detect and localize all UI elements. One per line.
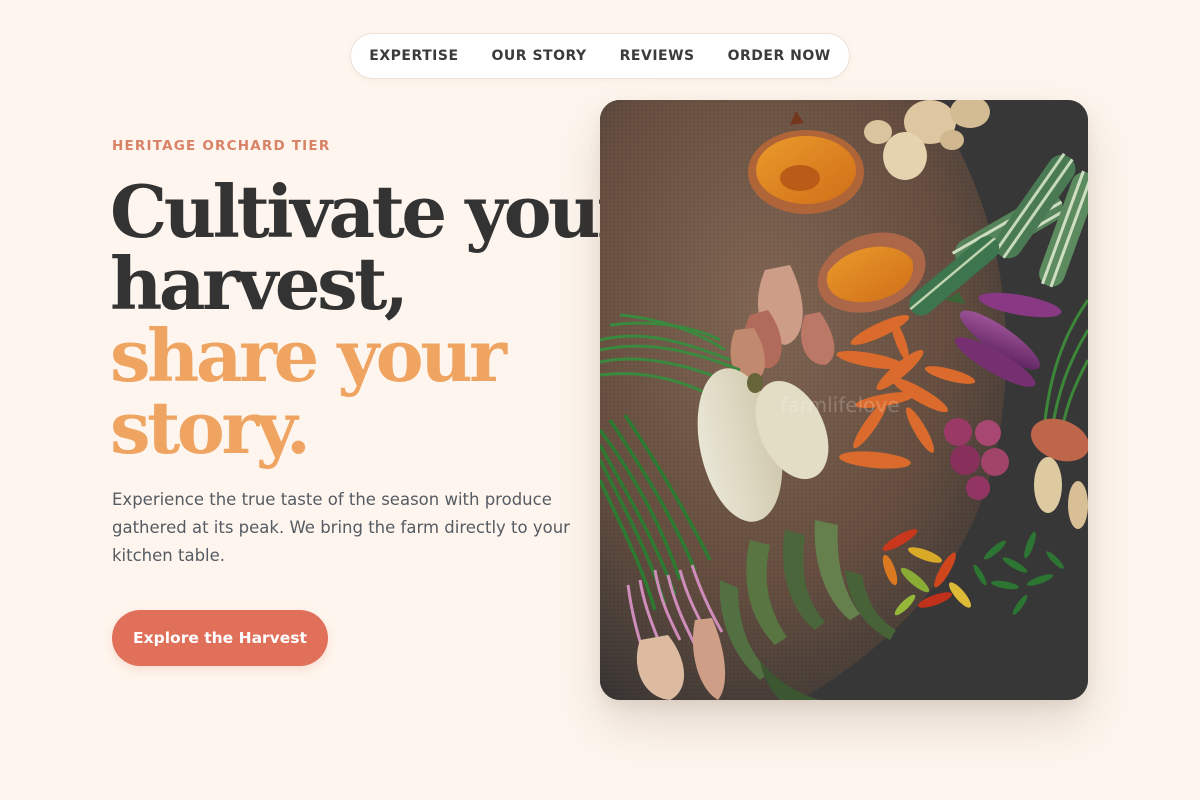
nav-link-our-story[interactable]: OUR STORY [492, 48, 587, 64]
nav-link-order-now[interactable]: ORDER NOW [728, 48, 831, 64]
top-nav: EXPERTISE OUR STORY REVIEWS ORDER NOW [350, 33, 850, 79]
explore-harvest-button[interactable]: Explore the Harvest [112, 610, 328, 666]
headline-line-1: Cultivate your [110, 169, 635, 254]
produce-illustration: farmlifelove [600, 100, 1088, 700]
headline-line-3: share your [110, 313, 507, 398]
nav-link-expertise[interactable]: EXPERTISE [369, 48, 458, 64]
photo-watermark: farmlifelove [780, 393, 899, 417]
headline-line-2: harvest, [110, 241, 409, 326]
nav-link-reviews[interactable]: REVIEWS [620, 48, 695, 64]
hero-description: Experience the true taste of the season … [112, 490, 570, 565]
hero-headline: Cultivate your harvest, share your story… [110, 169, 635, 470]
hero-eyebrow: HERITAGE ORCHARD TIER [112, 138, 331, 154]
hero-produce-photo: farmlifelove [600, 100, 1088, 700]
headline-line-4: story. [110, 385, 311, 470]
